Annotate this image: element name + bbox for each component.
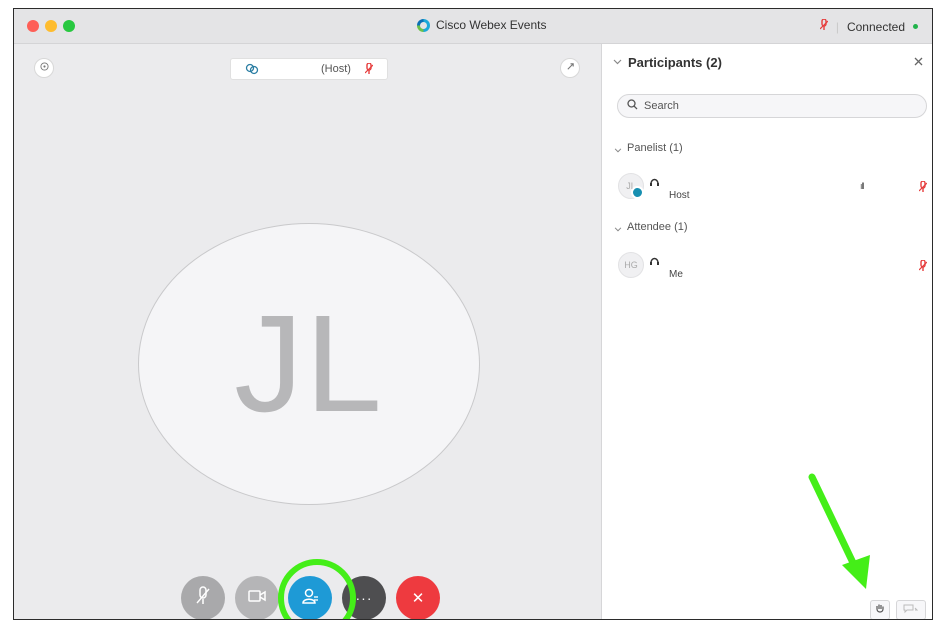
leave-meeting-button[interactable]: ✕ <box>396 576 440 619</box>
status-separator: | <box>835 19 839 34</box>
close-icon: ✕ <box>411 590 425 607</box>
video-button[interactable] <box>235 576 279 619</box>
webex-logo-icon <box>417 18 430 32</box>
participants-panel-header: Participants (2) <box>602 44 932 84</box>
headset-icon <box>649 256 660 270</box>
connection-status: | Connected <box>819 18 918 34</box>
info-icon <box>39 62 49 74</box>
app-window: Cisco Webex Events | Connected (Host) JL… <box>13 8 933 620</box>
mic-muted-icon <box>918 180 928 196</box>
close-window-button[interactable] <box>27 20 39 32</box>
connected-dot-icon <box>913 24 918 29</box>
title-bar: Cisco Webex Events | Connected <box>14 9 932 44</box>
zoom-window-button[interactable] <box>63 20 75 32</box>
video-icon <box>248 589 266 608</box>
participants-panel-title: Participants (2) <box>628 55 722 70</box>
highlight-circle <box>278 559 356 619</box>
mic-muted-icon <box>819 18 829 34</box>
participant-role: Me <box>669 269 683 280</box>
host-mic-muted-icon <box>364 62 374 78</box>
info-button[interactable] <box>34 58 54 78</box>
search-icon <box>627 99 638 113</box>
mic-muted-icon <box>196 585 210 611</box>
window-title: Cisco Webex Events <box>417 18 547 32</box>
close-icon <box>914 57 923 66</box>
host-role-icon <box>245 63 259 78</box>
avatar-initials: JL <box>234 286 384 441</box>
chevron-down-icon[interactable] <box>613 57 622 68</box>
status-text: Connected <box>846 19 905 34</box>
section-attendee[interactable]: Attendee (1) <box>627 221 688 233</box>
annotation-arrow <box>808 473 870 589</box>
reactions-button[interactable] <box>896 600 926 619</box>
participant-role: Host <box>669 190 690 201</box>
webex-badge-icon <box>631 186 644 199</box>
section-panelist[interactable]: Panelist (1) <box>627 142 683 154</box>
minimize-window-button[interactable] <box>45 20 57 32</box>
search-field[interactable]: Search <box>617 94 927 118</box>
chevron-down-icon[interactable] <box>614 145 622 156</box>
chat-icon <box>903 604 919 617</box>
popout-button[interactable] <box>560 58 580 78</box>
raise-hand-button[interactable] <box>870 600 890 619</box>
mute-button[interactable] <box>181 576 225 619</box>
video-stage: (Host) JL ··· ✕ <box>14 44 601 619</box>
host-label: (Host) <box>321 63 351 75</box>
pin-icon <box>566 62 575 74</box>
headset-icon <box>649 177 660 191</box>
active-speaker-chip: (Host) <box>230 58 388 80</box>
speaker-avatar: JL <box>138 223 480 505</box>
window-title-text: Cisco Webex Events <box>436 18 547 32</box>
more-icon: ··· <box>355 590 373 606</box>
avatar: HG <box>618 252 644 278</box>
signal-strength-icon: ıll <box>860 181 864 191</box>
close-panel-button[interactable] <box>914 53 923 69</box>
chevron-down-icon[interactable] <box>614 224 622 235</box>
raise-hand-icon <box>875 603 885 617</box>
mic-muted-icon <box>918 259 928 275</box>
search-placeholder: Search <box>644 100 679 112</box>
